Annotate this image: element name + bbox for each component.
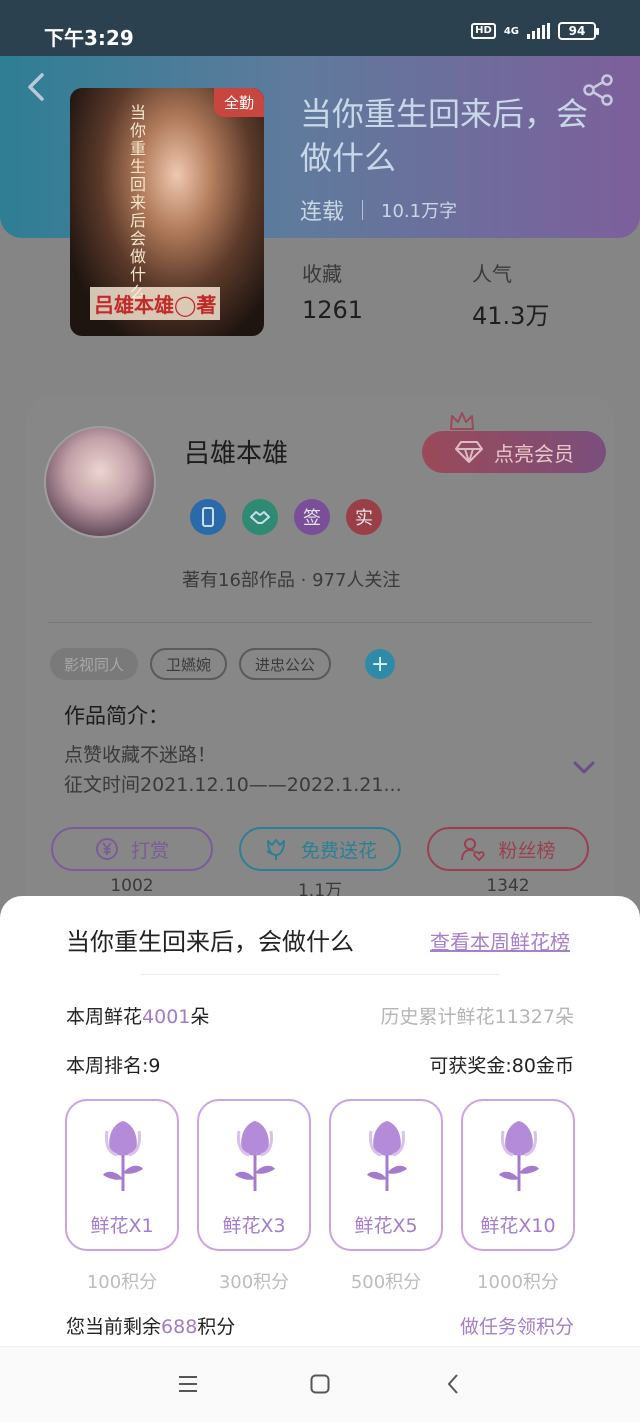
card-divider [48,622,592,623]
flower-option-points: 100积分 [86,1272,158,1293]
tag-item[interactable]: 卫嬿婉 [150,648,228,680]
flower-option-label: 鲜花X10 [480,1215,556,1237]
battery-icon: 94 [558,22,599,40]
flower-icon [235,1121,275,1191]
weekly-flowers-unit: 朵 [190,1006,210,1028]
diamond-icon [455,441,483,463]
vip-button-label: 点亮会员 [494,441,574,466]
back-icon[interactable] [22,70,52,104]
remaining-label: 您当前剩余 [66,1316,162,1338]
earn-points-link[interactable]: 做任务领积分 [460,1312,574,1339]
remaining-value: 688 [161,1316,198,1338]
intro-text[interactable]: 点赞收藏不迷路！ 征文时间2021.12.10——2022.1.21... [64,740,402,800]
sheet-title: 当你重生回来后，会做什么 [66,928,354,956]
weekly-flowers-label: 本周鲜花 [66,1006,143,1028]
flower-icon [367,1121,407,1191]
history-flowers: 历史累计鲜花11327朵 [380,1006,574,1028]
tag-item[interactable]: 进忠公公 [239,648,332,680]
flower-icon [499,1121,539,1191]
signed-badge: 签 [294,499,330,535]
book-meta: 连载 10.1万字 [300,194,457,226]
weekly-rank: 本周排名:9 [66,1055,161,1077]
status-icons: HD 4G 94 [471,22,599,40]
meta-divider [362,200,364,220]
sheet-divider [140,974,500,975]
popularity-label: 人气 [472,262,512,286]
author-works-summary: 著有16部作品 · 977人关注 [182,570,401,591]
send-flower-label: 免费送花 [300,839,377,862]
fan-ranking-label: 粉丝榜 [498,839,556,862]
coin-yen-icon [95,838,118,860]
phone-badge-icon [190,499,226,535]
flower-option-card[interactable]: 鲜花X5 [329,1099,443,1251]
fan-ranking-button[interactable]: 粉丝榜 [427,827,589,871]
status-bar: 下午3:29 HD 4G 94 [0,0,640,56]
handshake-badge-icon [242,499,278,535]
chevron-down-icon[interactable] [570,756,598,778]
reward-button[interactable]: 打赏 [51,827,213,871]
cover-author-art: 吕雄本雄◯著 [90,287,221,320]
word-count: 10.1万字 [381,201,458,222]
flower-option-card[interactable]: 鲜花X10 [461,1099,575,1251]
serial-status: 连载 [300,200,345,225]
popularity-value: 41.3万 [472,302,550,330]
remaining-unit: 积分 [197,1316,236,1338]
weekly-flowers-count: 4001 [142,1006,191,1028]
avatar[interactable] [44,426,156,538]
author-badges: 签 实 [190,499,382,535]
crown-icon [450,412,474,430]
flower-option-label: 鲜花X3 [222,1215,286,1237]
book-title: 当你重生回来后，会做什么 [300,95,589,177]
home-icon[interactable] [308,1372,332,1396]
favorites-value: 1261 [302,296,364,324]
flower-outline-icon [266,839,285,860]
prize-amount: 可获奖金:80金币 [429,1055,574,1077]
user-heart-icon [461,838,486,862]
author-name[interactable]: 吕雄本雄 [184,433,288,470]
weekly-flower-ranking-link[interactable]: 查看本周鲜花榜 [430,926,570,955]
flower-option-points: 1000积分 [477,1272,559,1293]
flower-option-points: 500积分 [350,1272,422,1293]
tag-item[interactable]: 影视同人 [50,648,139,680]
reward-label: 打赏 [130,839,169,862]
intro-label: 作品简介： [64,704,169,728]
remaining-points: 您当前剩余688积分 [66,1312,235,1339]
signal-icon [527,23,550,39]
verified-badge: 实 [346,499,382,535]
flower-option-card[interactable]: 鲜花X1 [65,1099,179,1251]
intro-line: 征文时间2021.12.10——2022.1.21... [64,774,402,796]
book-cover[interactable]: 全勤 当你重生回来后会做什么 吕雄本雄◯著 [70,88,264,336]
clock: 下午3:29 [44,26,134,50]
full-attendance-badge: 全勤 [213,88,264,117]
network-type: 4G [503,25,519,37]
flower-option-label: 鲜花X5 [354,1215,418,1237]
back-nav-icon[interactable] [442,1372,466,1396]
favorites-label: 收藏 [302,262,342,286]
send-flower-button[interactable]: 免费送花 [239,827,401,871]
reward-count: 1002 [110,876,154,896]
tag-list: 影视同人 卫嬿婉 进忠公公 + [50,648,396,680]
add-tag-button[interactable]: + [365,649,396,679]
intro-line: 点赞收藏不迷路！ [64,744,217,766]
flower-option-label: 鲜花X1 [90,1215,154,1237]
flower-option-points: 300积分 [218,1272,290,1293]
menu-icon[interactable] [176,1372,200,1396]
flower-option-card[interactable]: 鲜花X3 [197,1099,311,1251]
cover-title-art: 当你重生回来后会做什么 [127,104,146,302]
weekly-flowers: 本周鲜花4001朵 [66,1002,209,1029]
hd-indicator: HD [471,23,496,39]
fan-count: 1342 [486,876,530,896]
vip-button[interactable]: 点亮会员 [422,431,606,473]
flower-icon [103,1121,143,1191]
